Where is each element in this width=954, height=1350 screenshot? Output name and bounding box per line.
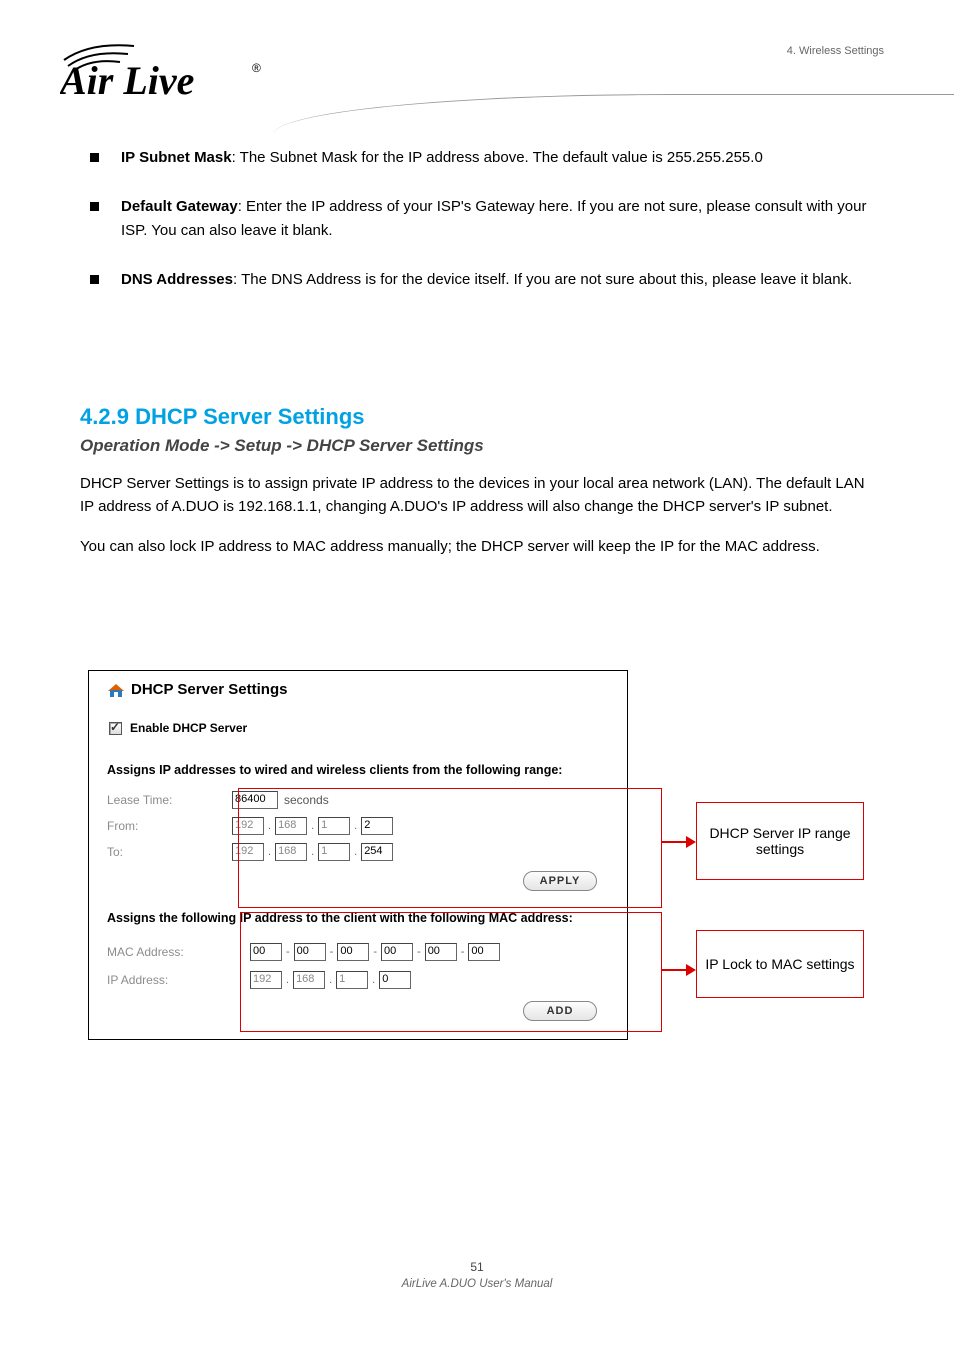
chapter-title: 4. Wireless Settings [664,44,884,59]
ip-label: IP Address: [107,973,250,987]
arrow-range [662,836,696,848]
bullet-list: IP Subnet Mask: The Subnet Mask for the … [90,146,874,317]
mac-label: MAC Address: [107,945,250,959]
panel-title: DHCP Server Settings [107,681,287,698]
highlight-box-range [238,788,662,908]
enable-dhcp-label: Enable DHCP Server [130,721,247,735]
bullet-text: Default Gateway: Enter the IP address of… [121,195,874,242]
home-icon [107,682,125,698]
bullet-item: DNS Addresses: The DNS Address is for th… [90,268,874,291]
bullet-marker [90,202,99,211]
footer-line: AirLive A.DUO User's Manual [402,1278,553,1290]
enable-dhcp-checkbox[interactable] [109,722,122,735]
lease-time-label: Lease Time: [107,793,232,807]
bullet-item: Default Gateway: Enter the IP address of… [90,195,874,242]
bullet-item: IP Subnet Mask: The Subnet Mask for the … [90,146,874,169]
callout-range: DHCP Server IP range settings [696,802,864,880]
highlight-box-mac [240,912,662,1032]
svg-text:®: ® [252,61,261,75]
svg-text:Air Live: Air Live [60,58,194,98]
section-heading: 4.2.9 DHCP Server Settings [80,404,365,430]
callout-mac: IP Lock to MAC settings [696,930,864,998]
to-label: To: [107,845,232,859]
bullet-marker [90,275,99,284]
page-number: 51 [0,1260,954,1274]
header-curve [274,94,954,134]
bullet-text: DNS Addresses: The DNS Address is for th… [121,268,874,291]
logo: Air Live ® [60,38,270,103]
section-body: DHCP Server Settings is to assign privat… [80,472,874,558]
assigns-range-label: Assigns IP addresses to wired and wirele… [107,763,562,777]
bullet-text: IP Subnet Mask: The Subnet Mask for the … [121,146,874,169]
arrow-mac [662,964,696,976]
bullet-marker [90,153,99,162]
enable-dhcp-row: Enable DHCP Server [109,721,247,735]
from-label: From: [107,819,232,833]
footer: 51 AirLive A.DUO User's Manual [0,1260,954,1290]
section-breadcrumb: Operation Mode -> Setup -> DHCP Server S… [80,436,484,456]
